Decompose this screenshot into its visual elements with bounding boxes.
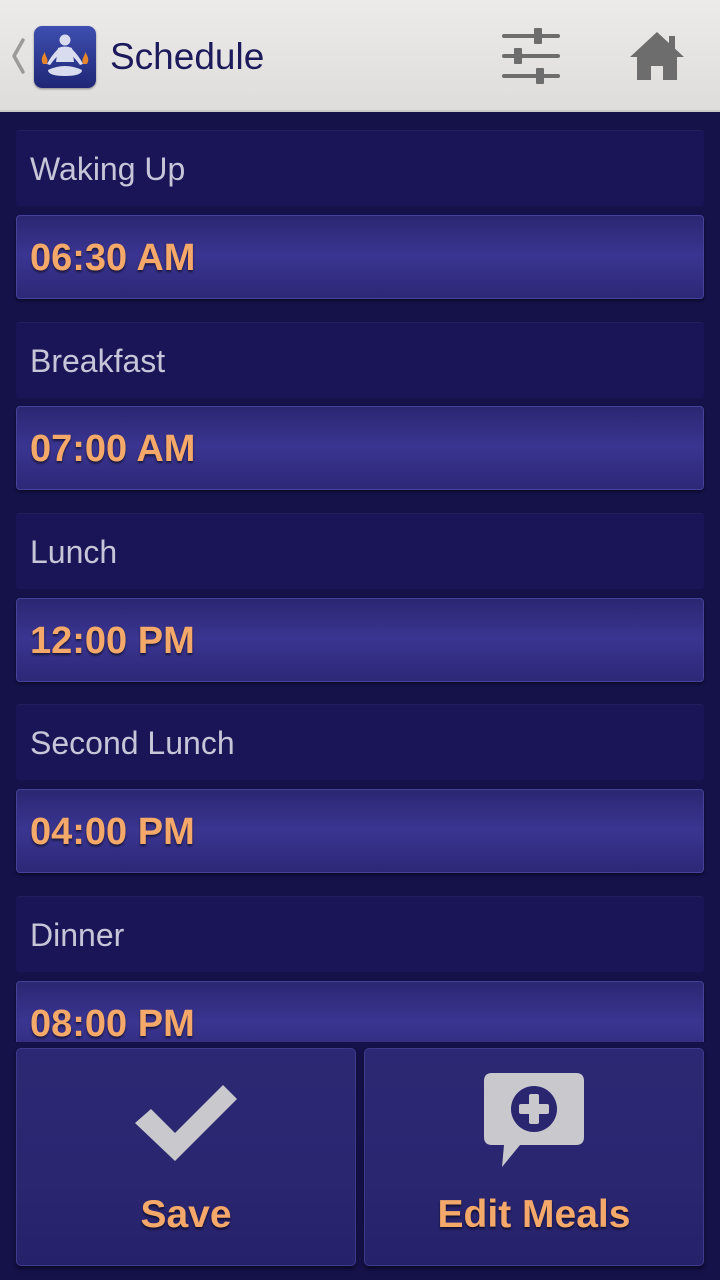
bottom-action-bar: Save Edit Meals xyxy=(0,1042,720,1280)
checkmark-icon xyxy=(135,1085,237,1161)
meditation-logo-icon[interactable] xyxy=(34,26,96,88)
time-value: 12:00 PM xyxy=(30,620,195,662)
edit-meals-button-label: Edit Meals xyxy=(437,1193,631,1236)
time-button-second-lunch[interactable]: 04:00 PM xyxy=(16,789,704,873)
action-bar: Schedule xyxy=(0,0,720,112)
time-button-waking-up[interactable]: 06:30 AM xyxy=(16,215,704,299)
add-comment-icon xyxy=(484,1073,584,1167)
meal-label-text: Breakfast xyxy=(30,343,166,379)
meal-label-text: Lunch xyxy=(30,534,118,570)
meal-label-lunch: Lunch xyxy=(16,513,704,589)
meal-label-text: Second Lunch xyxy=(30,725,235,761)
save-button[interactable]: Save xyxy=(16,1048,356,1266)
time-button-breakfast[interactable]: 07:00 AM xyxy=(16,406,704,490)
meal-label-text: Waking Up xyxy=(30,151,186,187)
meal-label-second-lunch: Second Lunch xyxy=(16,704,704,780)
page-title: Schedule xyxy=(110,36,265,77)
time-button-lunch[interactable]: 12:00 PM xyxy=(16,598,704,682)
save-button-label: Save xyxy=(140,1193,232,1236)
home-icon[interactable] xyxy=(622,22,692,92)
meal-label-dinner: Dinner xyxy=(16,896,704,972)
meal-label-breakfast: Breakfast xyxy=(16,322,704,398)
edit-meals-button[interactable]: Edit Meals xyxy=(364,1048,704,1266)
time-value: 04:00 PM xyxy=(30,811,195,853)
meal-label-waking-up: Waking Up xyxy=(16,130,704,206)
schedule-list[interactable]: Waking Up 06:30 AM Breakfast 07:00 AM Lu… xyxy=(0,114,720,1042)
time-button-dinner[interactable]: 08:00 PM xyxy=(16,981,704,1042)
time-value: 07:00 AM xyxy=(30,428,196,470)
chevron-left-icon[interactable] xyxy=(8,34,28,78)
time-value: 06:30 AM xyxy=(30,237,196,279)
time-value: 08:00 PM xyxy=(30,1003,195,1042)
sliders-icon[interactable] xyxy=(496,22,566,92)
meal-label-text: Dinner xyxy=(30,917,125,953)
